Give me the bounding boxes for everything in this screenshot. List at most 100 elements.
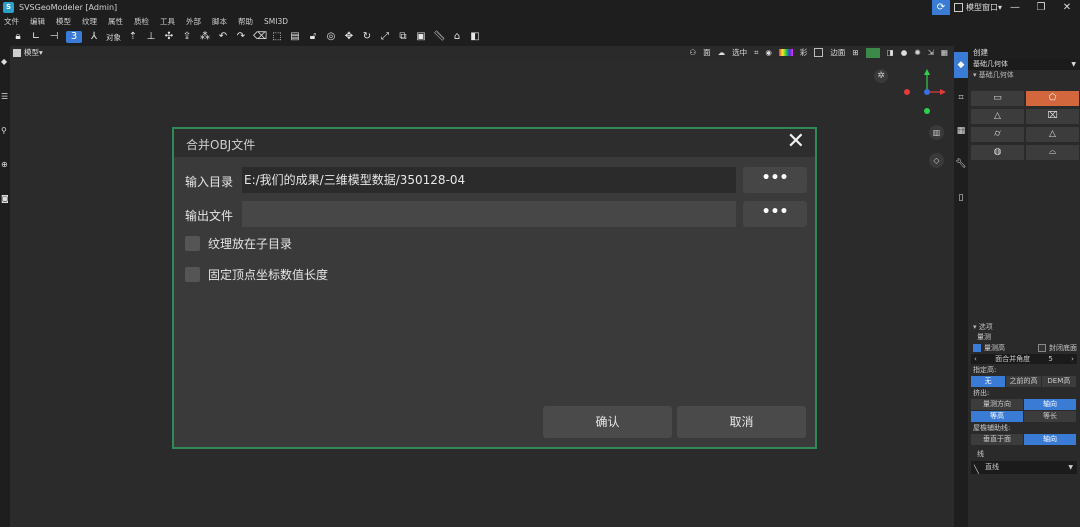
network-icon[interactable]: ⚇ — [689, 48, 696, 57]
dot-icon[interactable]: ● — [901, 48, 908, 57]
measure-icon[interactable]: ⌗ — [754, 48, 758, 58]
box-icon[interactable] — [814, 48, 824, 57]
geometry-type-select[interactable]: 基础几何体 ▼ — [968, 59, 1080, 70]
menu-texture[interactable]: 纹理 — [82, 16, 97, 27]
line-type-select[interactable]: ╲ 直线 ▼ — [971, 461, 1077, 474]
merge-angle-spinner[interactable]: ‹ 面合并角度 5 › — [971, 354, 1077, 364]
extrude-axial[interactable]: 轴向 — [1024, 399, 1076, 410]
texture-subdir-checkbox[interactable] — [185, 236, 200, 251]
ruler-icon[interactable]: 📏︎ — [433, 31, 446, 43]
move-icon[interactable]: ✣ — [163, 31, 175, 43]
menu-qc[interactable]: 质检 — [134, 16, 149, 27]
fixed-height-previous[interactable]: 之前的高 — [1006, 376, 1041, 387]
3d-snap-icon[interactable]: 3 — [66, 31, 82, 43]
crop-tab-icon[interactable]: ⌗ — [954, 90, 968, 106]
dome-shape-button[interactable]: ⌓ — [1026, 145, 1079, 160]
export-view-icon[interactable]: ⇲ — [928, 48, 934, 57]
spin-left-icon[interactable]: ‹ — [974, 354, 977, 364]
rectangle-shape-button[interactable]: ▭ — [971, 91, 1024, 106]
box-shape-button[interactable]: ⌧ — [1026, 109, 1079, 124]
rotate-icon[interactable]: ↻ — [361, 31, 373, 43]
measure-height-checkbox[interactable] — [973, 343, 981, 352]
input-dir-field[interactable]: E:/我们的成果/三维模型数据/350128-04 — [242, 167, 736, 193]
snap-icon[interactable]: ⊣ — [48, 31, 60, 43]
grid-view-icon[interactable]: ▦ — [941, 48, 948, 57]
sun-icon[interactable]: ✺ — [914, 48, 920, 57]
extrude-equal-height[interactable]: 等高 — [971, 411, 1023, 422]
cone-shape-button[interactable]: △ — [1026, 127, 1079, 142]
menu-attribute[interactable]: 属性 — [108, 16, 123, 27]
polygon-shape-button[interactable]: ⬠ — [1026, 91, 1079, 106]
cube-icon[interactable]: ◆ — [1, 58, 9, 66]
window-mode-button[interactable]: 模型窗口 ▾ — [953, 2, 1002, 13]
center-dropdown[interactable]: 选中 — [732, 47, 747, 58]
erase-icon[interactable]: ⌫ — [253, 31, 267, 43]
shade-icon[interactable]: ◨ — [887, 48, 894, 57]
menu-model[interactable]: 模型 — [56, 16, 71, 27]
fixed-height-dem[interactable]: DEM高 — [1041, 376, 1076, 387]
create-tab-cube-icon[interactable]: ◆ — [954, 52, 968, 78]
menu-smi3d[interactable]: SMI3D — [264, 17, 288, 26]
focus-icon[interactable]: ◎ — [325, 31, 337, 43]
transform-icon[interactable]: ✥ — [343, 31, 355, 43]
roof-perpendicular[interactable]: 垂直于面 — [971, 434, 1023, 445]
color-dropdown[interactable]: 彩 — [800, 47, 808, 58]
basic-geometry-section[interactable]: ▾ 基础几何体 — [968, 70, 1080, 81]
list-icon[interactable]: ☰ — [1, 93, 9, 101]
checker-tab-icon[interactable]: ▦ — [954, 123, 968, 139]
select-region-icon[interactable]: ⬚ — [271, 31, 283, 43]
options-title[interactable]: ▾ 选项 — [968, 322, 1080, 332]
eye-icon[interactable]: ◉ — [765, 48, 772, 57]
roof-axial[interactable]: 轴向 — [1024, 434, 1076, 445]
ground-grid-icon[interactable]: ▥ — [929, 125, 944, 140]
texture-toggle-icon[interactable] — [865, 47, 880, 58]
menu-script[interactable]: 脚本 — [212, 16, 227, 27]
cancel-button[interactable]: 取消 — [677, 406, 806, 438]
paste-icon[interactable]: ▣ — [415, 31, 427, 43]
search-icon[interactable]: ⚲ — [1, 127, 9, 135]
axis-gizmo[interactable] — [903, 64, 948, 119]
nodes-icon[interactable]: ⁂ — [199, 31, 211, 43]
book-tab-icon[interactable]: ▯ — [954, 190, 968, 206]
sync-icon[interactable]: ⟳ — [931, 0, 950, 15]
camera-icon[interactable]: ◙ — [1, 195, 9, 203]
face-dropdown[interactable]: 边面 — [830, 47, 845, 58]
settings-gear-icon[interactable]: ✲ — [874, 69, 888, 83]
gizmo-icon[interactable]: ⅄ — [88, 31, 100, 43]
wrench-tab-icon[interactable]: 🔧︎ — [954, 156, 968, 172]
export-icon[interactable]: ⇪ — [181, 31, 193, 43]
menu-external[interactable]: 外部 — [186, 16, 201, 27]
close-bottom-checkbox[interactable] — [1038, 343, 1046, 352]
menu-tools[interactable]: 工具 — [160, 16, 175, 27]
lock-icon[interactable]: 🔒︎ — [12, 31, 24, 43]
undo-icon[interactable]: ↶ — [217, 31, 229, 43]
extrude-measure-direction[interactable]: 量测方向 — [971, 399, 1023, 410]
extrude-equal-length[interactable]: 等长 — [1024, 411, 1076, 422]
browse-output-file-button[interactable]: ••• — [743, 201, 807, 227]
wire-icon[interactable]: ⊞ — [852, 48, 858, 57]
close-icon[interactable]: ✕ — [787, 130, 805, 154]
minimize-button[interactable]: — — [1002, 2, 1028, 13]
scale-icon[interactable]: ⤢ — [379, 31, 391, 43]
zoom-icon[interactable]: ⊕ — [1, 161, 9, 169]
view-cube-icon[interactable]: ◇ — [929, 153, 944, 168]
viewport-mode-dropdown[interactable]: 模型 ▾ — [13, 47, 43, 58]
hierarchy-icon[interactable]: ⊥ — [145, 31, 157, 43]
document-icon[interactable]: ▤ — [289, 31, 301, 43]
spin-right-icon[interactable]: › — [1071, 354, 1074, 364]
cylinder-shape-button[interactable]: ⌭ — [971, 127, 1024, 142]
layout-icon[interactable]: ◧ — [469, 31, 481, 43]
fixed-vertex-checkbox[interactable] — [185, 267, 200, 282]
sphere-shape-button[interactable]: ◍ — [971, 145, 1024, 160]
display-dropdown[interactable]: 面 — [703, 47, 711, 58]
close-window-button[interactable]: ✕ — [1054, 2, 1080, 13]
chart-icon[interactable]: ⌂ — [451, 31, 463, 43]
fixed-height-none[interactable]: 无 — [971, 376, 1006, 387]
confirm-button[interactable]: 确认 — [543, 406, 672, 438]
menu-file[interactable]: 文件 — [4, 16, 19, 27]
output-file-field[interactable] — [242, 201, 736, 227]
menu-help[interactable]: 帮助 — [238, 16, 253, 27]
menu-edit[interactable]: 编辑 — [30, 16, 45, 27]
maximize-button[interactable]: ❐ — [1028, 2, 1054, 13]
lock-object-icon[interactable]: 🔓︎ — [307, 31, 319, 43]
